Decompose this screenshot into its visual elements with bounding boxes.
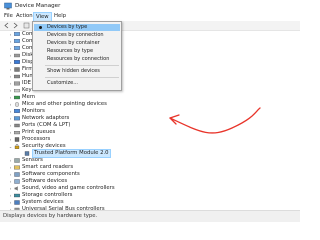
tpm-icon	[24, 151, 30, 156]
tree-row-label: Software devices	[22, 178, 68, 184]
menu-separator	[45, 77, 119, 78]
chevron-right-icon[interactable]: ›	[8, 192, 13, 199]
port-icon	[14, 123, 20, 128]
title-bar: Device Manager	[0, 0, 300, 12]
menu-separator	[45, 65, 119, 66]
chevron-right-icon[interactable]: ›	[8, 199, 13, 206]
tree-row-label: Trusted Platform Module 2.0	[32, 149, 111, 158]
menu-item-devices-by-type[interactable]: Devices by type	[34, 24, 120, 31]
sound-icon	[14, 186, 18, 191]
chevron-right-icon[interactable]: ›	[8, 94, 13, 101]
back-icon[interactable]	[3, 22, 10, 29]
status-text: Displays devices by hardware type.	[3, 213, 98, 219]
component-icon	[14, 172, 20, 177]
chevron-right-icon[interactable]: ›	[8, 31, 13, 38]
tree-row-label: Monitors	[22, 108, 45, 114]
chevron-right-icon[interactable]: ›	[8, 136, 13, 143]
tree-row-label: Sensors	[22, 157, 43, 163]
chevron-right-icon[interactable]: ›	[8, 129, 13, 136]
chevron-right-icon[interactable]: ›	[8, 73, 13, 80]
chevron-right-icon[interactable]: ›	[8, 157, 13, 164]
computer-icon	[14, 32, 20, 36]
menu-item-customize[interactable]: Customize...	[34, 80, 120, 87]
tree-row-label: Storage controllers	[22, 192, 73, 198]
chevron-right-icon[interactable]: ›	[8, 80, 13, 87]
menu-help[interactable]: Help	[52, 13, 68, 20]
tree-row-label: Network adapters	[22, 115, 70, 121]
chevron-right-icon[interactable]: ›	[8, 108, 13, 115]
menu-item-label: Devices by container	[47, 40, 100, 46]
chevron-right-icon[interactable]: ›	[8, 185, 13, 192]
view-menu-dropdown: Devices by type Devices by connection De…	[32, 21, 122, 91]
tree-row-label: Sound, video and game controllers	[22, 185, 115, 191]
menu-item-label: Devices by type	[47, 24, 88, 30]
chevron-right-icon[interactable]: ›	[8, 101, 13, 108]
menu-bar: File Action View Help	[0, 12, 300, 22]
tree-row-label: System devices	[22, 199, 64, 205]
chevron-right-icon[interactable]: ›	[8, 38, 13, 45]
memory-icon	[14, 95, 20, 100]
tree-row-label: Processors	[22, 136, 51, 142]
tree-row-label: Software components	[22, 171, 80, 177]
menu-item-label: Show hidden devices	[47, 68, 100, 74]
menu-item-devices-by-container[interactable]: Devices by container	[34, 40, 120, 47]
menu-item-show-hidden-devices[interactable]: Show hidden devices	[34, 68, 120, 75]
chevron-right-icon[interactable]: ›	[8, 66, 13, 73]
chevron-right-icon[interactable]: ›	[8, 45, 13, 52]
chevron-right-icon[interactable]: ›	[8, 164, 13, 171]
menu-item-label: Resources by type	[47, 48, 94, 54]
menu-item-label: Customize...	[47, 80, 79, 86]
tree-row-label: Print queues	[22, 129, 56, 135]
chevron-down-icon[interactable]: ⌄	[8, 143, 13, 150]
chevron-right-icon[interactable]: ›	[8, 52, 13, 59]
properties-icon[interactable]	[23, 22, 30, 29]
menu-item-label: Resources by connection	[47, 56, 110, 62]
chevron-right-icon[interactable]: ›	[8, 87, 13, 94]
disk-icon	[14, 53, 20, 58]
chevron-right-icon[interactable]: ›	[8, 122, 13, 129]
tree-row-label: Smart card readers	[22, 164, 74, 170]
tree-row-label: Ports (COM & LPT)	[22, 122, 71, 128]
computer-icon	[14, 39, 20, 43]
menu-item-resources-by-connection[interactable]: Resources by connection	[34, 56, 120, 63]
computer-icon	[14, 46, 20, 50]
software-icon	[14, 179, 20, 184]
tree-row-label: Mice and other pointing devices	[22, 101, 107, 107]
processor-icon	[14, 137, 20, 142]
network-icon	[14, 116, 20, 121]
menu-item-resources-by-type[interactable]: Resources by type	[34, 48, 120, 55]
system-icon	[14, 200, 20, 205]
security-icon	[14, 144, 20, 149]
storage-icon	[14, 193, 20, 198]
chevron-right-icon[interactable]: ›	[8, 171, 13, 178]
monitor-icon	[14, 109, 20, 113]
smartcard-icon	[14, 165, 20, 170]
forward-icon[interactable]	[12, 22, 19, 29]
chevron-right-icon[interactable]: ›	[8, 115, 13, 122]
window-title: Device Manager	[15, 3, 61, 9]
hid-icon	[14, 74, 20, 79]
ide-icon	[14, 81, 20, 86]
display-icon	[14, 60, 20, 64]
printer-icon	[14, 131, 20, 135]
tree-row-label: Mem	[22, 94, 35, 100]
firmware-icon	[14, 67, 20, 72]
radio-bullet-icon	[39, 26, 42, 29]
mouse-icon	[15, 102, 19, 107]
menu-item-label: Devices by connection	[47, 32, 104, 38]
tree-row-label: IDE	[22, 80, 31, 86]
chevron-right-icon[interactable]: ›	[8, 178, 13, 185]
chevron-right-icon[interactable]: ›	[8, 59, 13, 66]
menu-file[interactable]: File	[2, 13, 15, 20]
keyboard-icon	[14, 89, 20, 93]
menu-item-devices-by-connection[interactable]: Devices by connection	[34, 32, 120, 39]
menu-action[interactable]: Action	[14, 13, 35, 20]
status-bar: Displays devices by hardware type.	[0, 210, 300, 222]
device-manager-icon	[4, 2, 12, 10]
sensor-icon	[14, 158, 20, 163]
